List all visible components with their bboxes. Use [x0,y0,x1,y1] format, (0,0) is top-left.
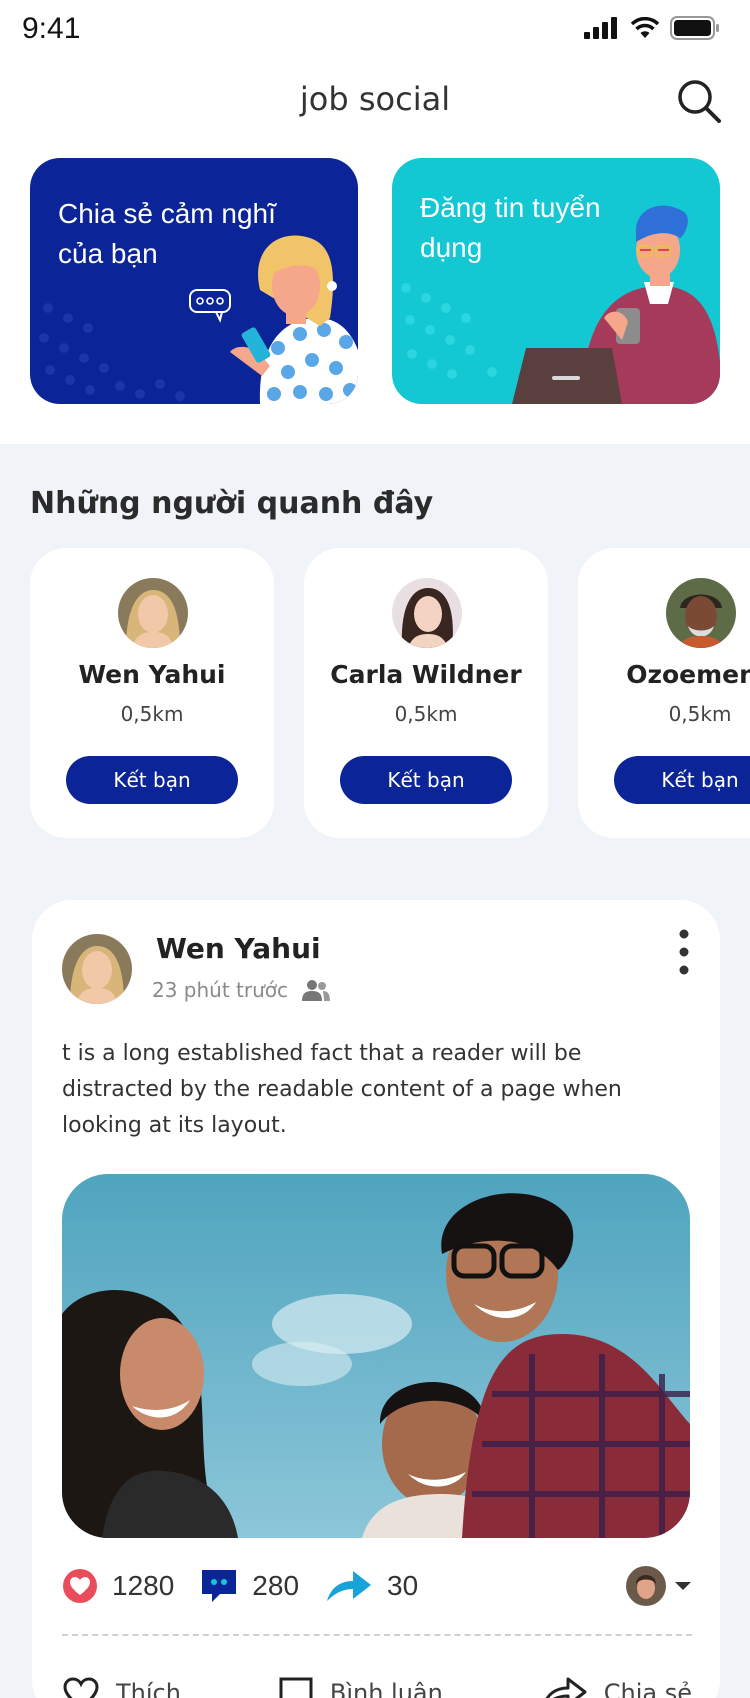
wifi-icon [630,17,660,38]
like-label: Thích [116,1679,181,1698]
person-name: Ozoemena [626,660,750,689]
avatar [118,578,188,648]
post-image[interactable] [62,1174,690,1538]
likes-count: 1280 [112,1570,175,1601]
person-card[interactable]: Wen Yahui 0,5km Kết bạn [30,548,274,838]
shares-count: 30 [387,1570,419,1601]
post-content: t is a long established fact that a read… [62,1041,622,1138]
divider [62,1634,692,1636]
post-meta: 23 phút trước [152,978,331,1002]
avatar [666,578,736,648]
person-distance: 0,5km [668,702,732,726]
person-name: Wen Yahui [78,660,226,689]
post-stats: 1280 280 30 [62,1564,692,1608]
likes-stat[interactable]: 1280 [62,1568,174,1604]
post-author[interactable]: Wen Yahui [156,932,321,965]
post-actions: Thích Bình luận Chia sẻ [62,1668,692,1698]
share-button[interactable]: Chia sẻ [540,1668,692,1698]
top-section: 9:41 job social Chia sẻ cảm nghĩ của bạn… [0,0,750,444]
heart-outline-icon [63,1677,99,1698]
person-distance: 0,5km [394,702,458,726]
comment-outline-icon [279,1677,313,1698]
person-card[interactable]: Ozoemena 0,5km Kết bạn [578,548,750,838]
share-outline-icon [545,1677,587,1698]
like-button[interactable]: Thích [62,1668,181,1698]
add-friend-button[interactable]: Kết bạn [340,756,512,804]
post-job-banner[interactable]: Đăng tin tuyển dụng [392,158,720,404]
post-time: 23 phút trước [152,978,289,1002]
comment-bubble-icon [202,1570,237,1602]
share-label: Chia sẻ [603,1679,692,1698]
app-title: job social [299,80,451,118]
comment-label: Bình luận [329,1679,443,1698]
signal-icon [584,17,617,39]
avatar[interactable] [62,934,132,1004]
post-card: Wen Yahui 23 phút trước t is a long esta… [32,900,720,1698]
person-distance: 0,5km [120,702,184,726]
comments-count: 280 [252,1570,300,1601]
nearby-section-title: Những người quanh đây [30,486,434,521]
nav-bar: job social [0,68,750,130]
status-time: 9:41 [22,12,81,45]
avatar [392,578,462,648]
banner-job-text: Đăng tin tuyển dụng [420,192,601,263]
avatar [626,1566,666,1606]
heart-icon [63,1569,97,1603]
comment-button[interactable]: Bình luận [278,1668,443,1698]
friends-audience-icon [302,980,331,1001]
battery-icon [670,16,719,40]
share-thoughts-banner[interactable]: Chia sẻ cảm nghĩ của bạn [30,158,358,404]
shares-stat[interactable]: 30 [325,1569,418,1603]
person-card[interactable]: Carla Wildner 0,5km Kết bạn [304,548,548,838]
share-arrow-icon [327,1571,372,1601]
reactors-dropdown[interactable] [626,1566,692,1606]
more-options-icon[interactable] [674,926,694,978]
nearby-people-list: Wen Yahui 0,5km Kết bạn Carla Wildner 0,… [0,548,750,838]
status-bar: 9:41 [0,0,750,58]
add-friend-button[interactable]: Kết bạn [614,756,750,804]
banner-share-text: Chia sẻ cảm nghĩ của bạn [58,198,276,269]
status-icons [584,16,720,40]
person-name: Carla Wildner [330,660,522,689]
add-friend-button[interactable]: Kết bạn [66,756,238,804]
search-icon[interactable] [676,78,722,124]
comments-stat[interactable]: 280 [200,1568,299,1604]
chevron-down-icon [675,1582,691,1590]
